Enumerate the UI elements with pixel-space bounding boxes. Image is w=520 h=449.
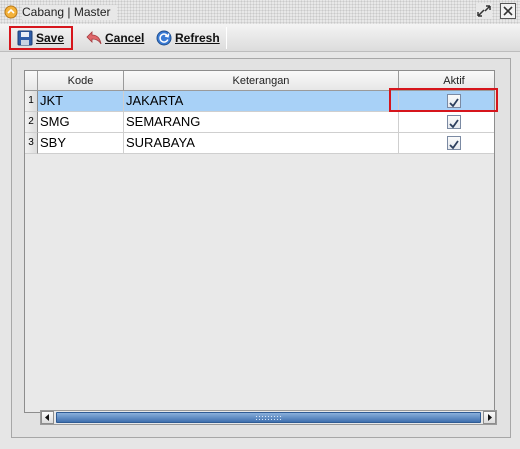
aktif-cell — [399, 133, 494, 154]
refresh-button[interactable]: Refresh — [156, 27, 220, 49]
arrow-right-icon — [488, 414, 492, 421]
restore-icon — [477, 5, 491, 17]
checkmark-icon — [449, 98, 459, 108]
table-row[interactable]: 2 SMG SEMARANG — [25, 112, 494, 133]
kode-cell[interactable]: SBY — [38, 133, 124, 154]
table-row[interactable]: 1 JKT JAKARTA — [25, 91, 494, 112]
row-number: 3 — [25, 133, 38, 154]
column-header-aktif[interactable]: Aktif — [399, 71, 494, 91]
floppy-disk-icon — [17, 30, 33, 46]
scroll-thumb[interactable] — [56, 412, 481, 423]
checkmark-icon — [449, 119, 459, 129]
refresh-label: Refresh — [175, 31, 220, 45]
refresh-icon — [156, 30, 172, 46]
close-button[interactable] — [500, 3, 516, 19]
restore-button[interactable] — [476, 3, 492, 19]
branch-grid: Kode Keterangan Aktif 1 JKT JAKARTA 2 SM… — [24, 70, 495, 413]
toolbar: Save Cancel Refresh — [0, 24, 520, 52]
horizontal-scrollbar[interactable] — [40, 410, 497, 425]
aktif-cell — [399, 91, 494, 112]
cancel-label: Cancel — [105, 31, 145, 45]
aktif-checkbox[interactable] — [447, 94, 461, 108]
keterangan-cell[interactable]: SURABAYA — [124, 133, 399, 154]
save-label: Save — [36, 31, 65, 45]
keterangan-cell[interactable]: JAKARTA — [124, 91, 399, 112]
row-number: 2 — [25, 112, 38, 133]
content-panel: Kode Keterangan Aktif 1 JKT JAKARTA 2 SM… — [11, 58, 511, 438]
kode-cell[interactable]: SMG — [38, 112, 124, 133]
close-icon — [503, 6, 513, 16]
grip-icon — [254, 415, 283, 420]
row-number: 1 — [25, 91, 38, 112]
column-header-kode[interactable]: Kode — [38, 71, 124, 91]
checkmark-icon — [449, 140, 459, 150]
cancel-button[interactable]: Cancel — [86, 27, 144, 49]
keterangan-cell[interactable]: SEMARANG — [124, 112, 399, 133]
title-bar: Cabang | Master — [0, 0, 520, 24]
column-header-keterangan[interactable]: Keterangan — [124, 71, 399, 91]
table-row[interactable]: 3 SBY SURABAYA — [25, 133, 494, 154]
aktif-checkbox[interactable] — [447, 136, 461, 150]
kode-cell[interactable]: JKT — [38, 91, 124, 112]
row-number-header — [25, 71, 38, 91]
scroll-left-button[interactable] — [41, 411, 54, 424]
save-button[interactable]: Save — [9, 26, 73, 50]
scroll-right-button[interactable] — [483, 411, 496, 424]
aktif-cell — [399, 112, 494, 133]
window-title: Cabang | Master — [22, 5, 117, 20]
aktif-checkbox[interactable] — [447, 115, 461, 129]
toolbar-separator — [226, 27, 227, 49]
undo-arrow-icon — [86, 31, 102, 45]
arrow-left-icon — [45, 414, 49, 421]
app-icon — [4, 5, 18, 19]
